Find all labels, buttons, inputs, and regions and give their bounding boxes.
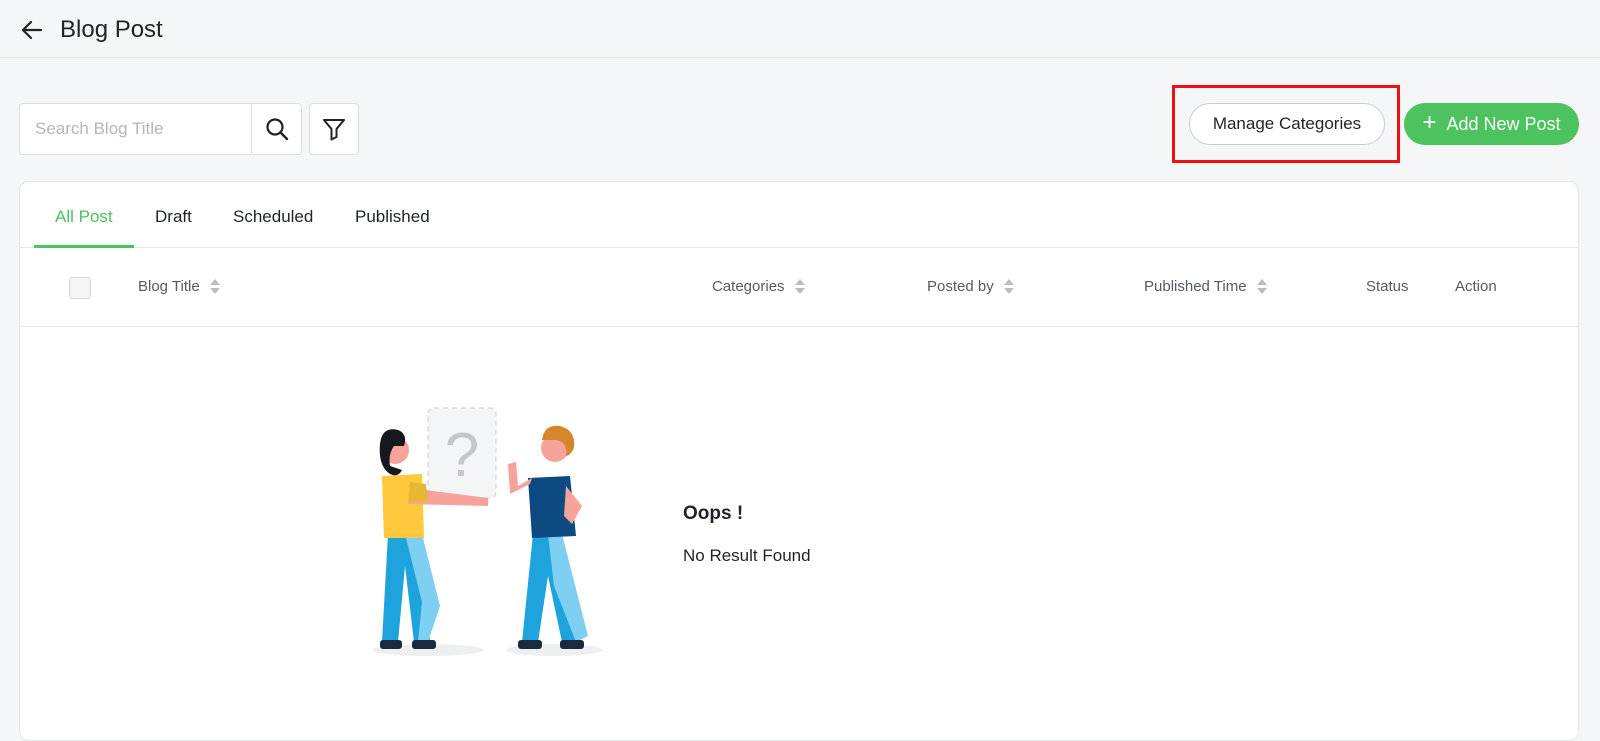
search-icon	[265, 118, 288, 141]
add-new-post-button[interactable]: + Add New Post	[1404, 103, 1579, 145]
arrow-left-icon	[21, 20, 43, 40]
search-box	[19, 103, 302, 155]
table-header: Blog Title Categories Posted by Publishe…	[20, 248, 1578, 327]
column-categories[interactable]: Categories	[712, 278, 805, 295]
empty-state-title: Oops !	[683, 503, 744, 524]
tab-scheduled[interactable]: Scheduled	[233, 207, 313, 227]
column-blog-title[interactable]: Blog Title	[138, 278, 220, 295]
column-action: Action	[1455, 278, 1497, 295]
column-label: Blog Title	[138, 278, 200, 295]
sort-icon	[1003, 279, 1014, 294]
tab-draft[interactable]: Draft	[155, 207, 192, 227]
tab-published[interactable]: Published	[355, 207, 430, 227]
column-label: Published Time	[1144, 278, 1247, 295]
column-label: Categories	[712, 278, 785, 295]
filter-button[interactable]	[309, 103, 359, 155]
filter-icon	[323, 119, 345, 141]
plus-icon: +	[1422, 109, 1437, 136]
select-all-checkbox[interactable]	[69, 277, 91, 299]
column-posted-by[interactable]: Posted by	[927, 278, 1014, 295]
tab-bar: All Post Draft Scheduled Published	[20, 182, 1578, 248]
column-label: Action	[1455, 278, 1497, 295]
column-label: Status	[1366, 278, 1409, 295]
search-button[interactable]	[251, 104, 301, 154]
column-published-time[interactable]: Published Time	[1144, 278, 1267, 295]
column-label: Posted by	[927, 278, 994, 295]
search-input[interactable]	[20, 104, 251, 154]
column-status: Status	[1366, 278, 1409, 295]
manage-categories-button[interactable]: Manage Categories	[1189, 103, 1385, 145]
sort-icon	[794, 279, 805, 294]
empty-state-message: No Result Found	[683, 546, 811, 565]
page-title: Blog Post	[60, 16, 163, 43]
svg-text:?: ?	[445, 421, 479, 490]
add-new-post-label: Add New Post	[1446, 113, 1561, 134]
sort-icon	[1256, 279, 1267, 294]
back-button[interactable]	[18, 16, 46, 44]
tab-all-post[interactable]: All Post	[55, 207, 113, 227]
posts-card: All Post Draft Scheduled Published Blog …	[19, 181, 1579, 741]
two-people-question-illustration: ?	[372, 407, 602, 656]
page-header: Blog Post	[0, 0, 1600, 58]
sort-icon	[209, 279, 220, 294]
